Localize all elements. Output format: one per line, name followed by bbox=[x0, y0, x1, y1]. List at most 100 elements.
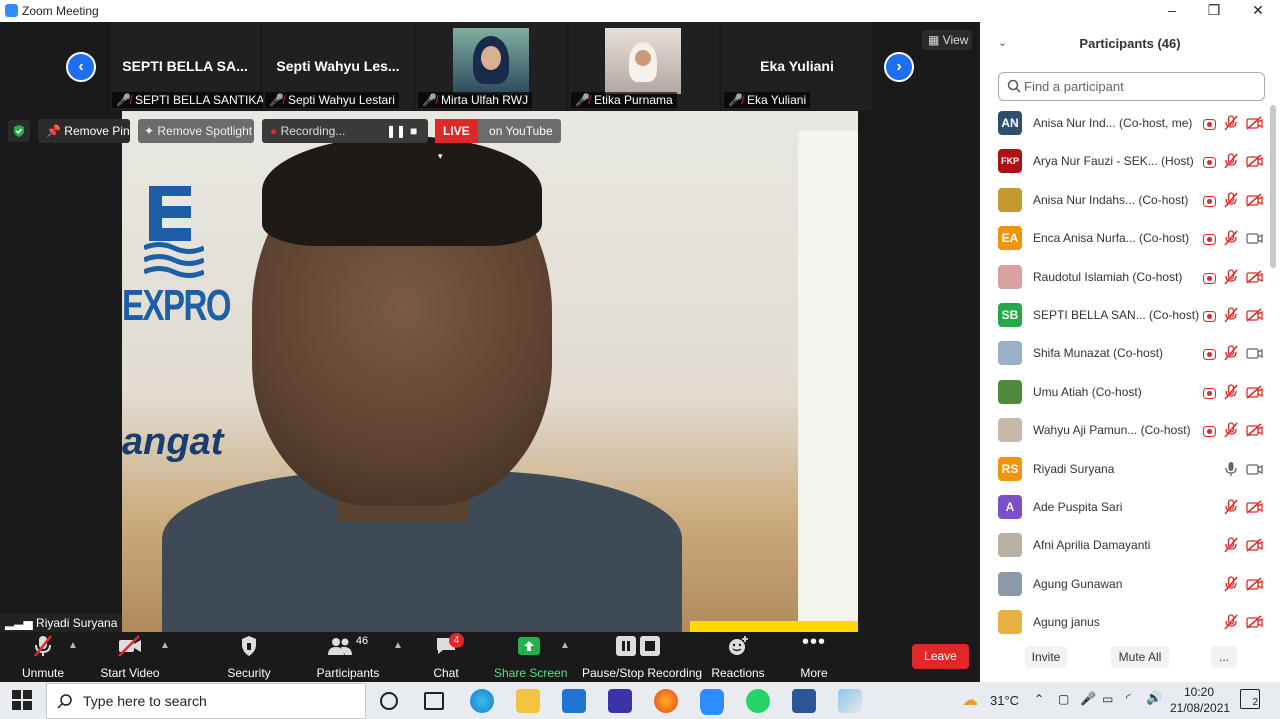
participant-row[interactable]: Wahyu Aji Pamun... (Co-host) bbox=[998, 418, 1263, 456]
edge-browser-icon[interactable] bbox=[470, 689, 494, 713]
mic-muted-icon[interactable] bbox=[1224, 269, 1238, 290]
pause-stop-recording-button[interactable]: Pause/Stop Recording bbox=[582, 634, 702, 680]
mic-muted-icon[interactable] bbox=[1224, 307, 1238, 328]
taskbar-search-input[interactable]: Type here to search bbox=[46, 683, 366, 719]
camera-on-icon[interactable] bbox=[1246, 462, 1263, 481]
participant-search-input[interactable]: Find a participant bbox=[998, 72, 1265, 101]
pause-recording-button[interactable]: ❚❚ bbox=[386, 119, 406, 143]
view-button[interactable]: ▦ View bbox=[922, 30, 972, 50]
participant-row[interactable]: Raudotul Islamiah (Co-host) bbox=[998, 265, 1263, 303]
camera-off-icon[interactable] bbox=[1246, 500, 1263, 519]
camera-off-icon[interactable] bbox=[1246, 193, 1263, 212]
strip-tile-1[interactable]: SEPTI BELLA SA... 🎤̸ SEPTI BELLA SANTIKA bbox=[110, 22, 269, 110]
battery-icon[interactable]: ▭ bbox=[1102, 692, 1113, 706]
strip-next-button[interactable]: › bbox=[884, 52, 914, 82]
stop-recording-button[interactable]: ■ bbox=[410, 119, 417, 143]
audio-options-caret[interactable]: ▲ bbox=[68, 640, 78, 651]
unmute-button[interactable]: Unmute bbox=[18, 634, 68, 680]
firefox-icon[interactable] bbox=[654, 689, 678, 713]
live-stream-button[interactable]: LIVE on YouTube ▾ bbox=[435, 119, 561, 161]
cortana-icon[interactable] bbox=[380, 692, 398, 710]
strip-tile-2[interactable]: Septi Wahyu Les... 🎤̸ Septi Wahyu Lestari bbox=[263, 22, 413, 110]
camera-off-icon[interactable] bbox=[1246, 538, 1263, 557]
participant-row[interactable]: Agung janus bbox=[998, 610, 1263, 648]
maximize-button[interactable]: ❐ bbox=[1192, 0, 1236, 22]
share-options-caret[interactable]: ▲ bbox=[560, 640, 570, 651]
volume-icon[interactable]: 🔊 bbox=[1146, 690, 1162, 706]
participant-row[interactable]: Agung Gunawan bbox=[998, 572, 1263, 610]
camera-off-icon[interactable] bbox=[1246, 154, 1263, 173]
camera-off-icon[interactable] bbox=[1246, 423, 1263, 442]
app-icon[interactable] bbox=[608, 689, 632, 713]
camera-on-icon[interactable] bbox=[1246, 346, 1263, 365]
mute-all-button[interactable]: Mute All bbox=[1111, 646, 1169, 668]
strip-tile-4[interactable]: 🎤̸ Etika Purnama bbox=[569, 22, 719, 110]
participant-row[interactable]: EA Enca Anisa Nurfa... (Co-host) bbox=[998, 226, 1263, 264]
invite-button[interactable]: Invite bbox=[1025, 646, 1067, 668]
camera-off-icon[interactable] bbox=[1246, 116, 1263, 135]
strip-tile-3[interactable]: 🎤̸ Mirta Ulfah RWJ bbox=[416, 22, 566, 110]
participant-row[interactable]: FKP Arya Nur Fauzi - SEK... (Host) bbox=[998, 149, 1263, 187]
video-options-caret[interactable]: ▲ bbox=[160, 640, 170, 651]
participant-row[interactable]: RS Riyadi Suryana bbox=[998, 457, 1263, 495]
zoom-taskbar-icon[interactable] bbox=[700, 689, 724, 713]
share-screen-button[interactable]: Share Screen bbox=[494, 634, 567, 680]
security-shield-icon[interactable] bbox=[8, 120, 30, 142]
mic-muted-icon[interactable] bbox=[1224, 537, 1238, 558]
mic-muted-icon[interactable] bbox=[1224, 614, 1238, 635]
security-button[interactable]: Security bbox=[224, 634, 274, 680]
mic-muted-icon[interactable] bbox=[1224, 499, 1238, 520]
recording-status-icon bbox=[1203, 232, 1216, 250]
participant-row[interactable]: AN Anisa Nur Ind... (Co-host, me) bbox=[998, 111, 1263, 149]
participants-options-caret[interactable]: ▲ bbox=[393, 640, 403, 651]
participant-row[interactable]: SB SEPTI BELLA SAN... (Co-host) bbox=[998, 303, 1263, 341]
task-view-icon[interactable] bbox=[424, 692, 444, 710]
mic-muted-icon[interactable] bbox=[1224, 230, 1238, 251]
camera-off-icon[interactable] bbox=[1246, 270, 1263, 289]
mic-muted-icon[interactable] bbox=[1224, 115, 1238, 136]
camera-off-icon[interactable] bbox=[1246, 615, 1263, 634]
whatsapp-icon[interactable] bbox=[746, 689, 770, 713]
close-window-button[interactable]: ✕ bbox=[1236, 0, 1280, 22]
camera-off-icon[interactable] bbox=[1246, 308, 1263, 327]
mic-muted-icon[interactable] bbox=[1224, 384, 1238, 405]
strip-prev-button[interactable]: ‹ bbox=[66, 52, 96, 82]
strip-tile-5[interactable]: Eka Yuliani 🎤̸ Eka Yuliani bbox=[722, 22, 872, 110]
participant-row[interactable]: A Ade Puspita Sari bbox=[998, 495, 1263, 533]
mic-muted-icon[interactable] bbox=[1224, 192, 1238, 213]
camera-on-icon[interactable] bbox=[1246, 231, 1263, 250]
participant-row[interactable]: Shifa Munazat (Co-host) bbox=[998, 341, 1263, 379]
wifi-icon[interactable]: ◜ bbox=[1126, 691, 1131, 705]
tray-chevron-icon[interactable]: ⌃ bbox=[1034, 692, 1044, 706]
leave-button[interactable]: Leave bbox=[912, 644, 969, 669]
reactions-button[interactable]: Reactions bbox=[710, 634, 766, 680]
clock-time[interactable]: 10:20 bbox=[1184, 685, 1214, 699]
mic-on-icon[interactable] bbox=[1224, 461, 1238, 482]
camera-off-icon[interactable] bbox=[1246, 577, 1263, 596]
more-button[interactable]: ••• More bbox=[792, 631, 836, 681]
mic-muted-icon[interactable] bbox=[1224, 422, 1238, 443]
paint-icon[interactable] bbox=[838, 689, 862, 713]
file-explorer-icon[interactable] bbox=[516, 689, 540, 713]
mail-icon[interactable] bbox=[562, 689, 586, 713]
clock-date[interactable]: 21/08/2021 bbox=[1170, 701, 1230, 715]
panel-more-button[interactable]: ... bbox=[1211, 646, 1237, 668]
participant-row[interactable]: Afni Aprilia Damayanti bbox=[998, 533, 1263, 571]
camera-off-icon[interactable] bbox=[1246, 385, 1263, 404]
mic-muted-icon[interactable] bbox=[1224, 576, 1238, 597]
participants-button[interactable]: 46 Participants bbox=[316, 634, 380, 680]
notification-center-icon[interactable]: 2 bbox=[1240, 689, 1260, 709]
meet-now-icon[interactable]: ▢ bbox=[1058, 692, 1069, 706]
mic-muted-icon[interactable] bbox=[1224, 345, 1238, 366]
windows-start-icon[interactable] bbox=[12, 690, 32, 710]
word-icon[interactable] bbox=[792, 689, 816, 713]
start-video-button[interactable]: Start Video bbox=[100, 634, 160, 680]
participant-row[interactable]: Anisa Nur Indahs... (Co-host) bbox=[998, 188, 1263, 226]
minimize-button[interactable]: – bbox=[1150, 0, 1194, 22]
microphone-icon[interactable]: 🎤 bbox=[1080, 691, 1096, 707]
remove-pin-button[interactable]: 📌 Remove Pin bbox=[38, 119, 130, 143]
panel-scrollbar[interactable] bbox=[1270, 105, 1276, 268]
remove-spotlight-button[interactable]: ✦ Remove Spotlight bbox=[138, 119, 254, 143]
mic-muted-icon[interactable] bbox=[1224, 153, 1238, 174]
participant-row[interactable]: Umu Atiah (Co-host) bbox=[998, 380, 1263, 418]
